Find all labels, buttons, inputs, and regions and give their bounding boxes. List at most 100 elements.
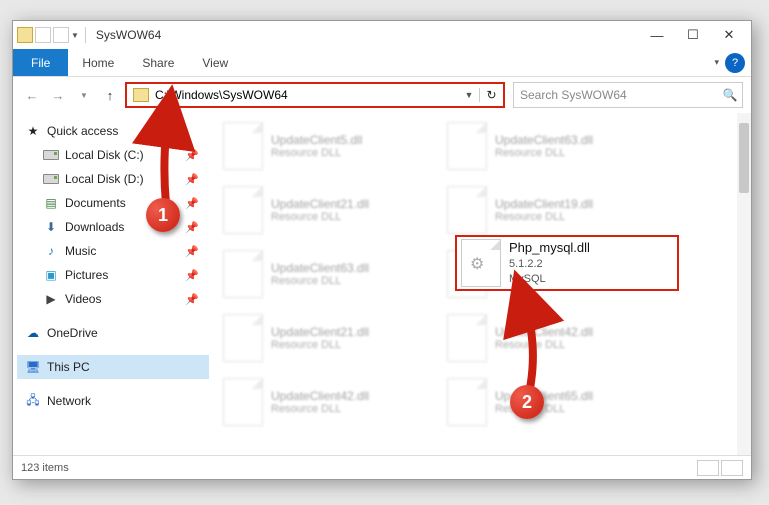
sidebar-label: Videos [65, 292, 101, 306]
file-description: MySQL [509, 272, 590, 287]
file-item[interactable]: UpdateClient21.dllResource DLL [223, 311, 433, 365]
file-version: 5.1.2.2 [509, 257, 590, 272]
file-item-highlighted[interactable]: ⚙ Php_mysql.dll 5.1.2.2 MySQL [455, 235, 679, 291]
file-item[interactable]: UpdateClient42.dllResource DLL [447, 311, 657, 365]
pin-icon: 📌 [185, 221, 199, 234]
pin-icon: 📌 [185, 269, 199, 282]
pictures-icon: ▣ [43, 268, 59, 282]
dll-file-icon [223, 250, 263, 298]
qat-dropdown-icon[interactable]: ▼ [71, 31, 79, 40]
file-item[interactable]: UpdateClient21.dllResource DLL [223, 183, 433, 237]
view-details-button[interactable] [697, 460, 719, 476]
quick-access-toolbar: ▼ [17, 27, 79, 43]
refresh-button[interactable]: ↻ [479, 88, 503, 102]
file-meta: UpdateClient21.dllResource DLL [271, 197, 369, 223]
file-description: Resource DLL [271, 275, 369, 287]
file-meta: UpdateClient19.dllResource DLL [495, 197, 593, 223]
tab-share[interactable]: Share [128, 49, 188, 76]
minimize-button[interactable]: — [639, 24, 675, 46]
explorer-window: ▼ SysWOW64 — ☐ ✕ File Home Share View ▾ … [12, 20, 752, 480]
dll-file-icon [223, 122, 263, 170]
vertical-scrollbar[interactable] [737, 113, 751, 455]
tab-file[interactable]: File [13, 49, 68, 76]
file-meta: Php_mysql.dll 5.1.2.2 MySQL [509, 239, 590, 286]
address-bar[interactable]: C:\Windows\SysWOW64 ▼ ↻ [125, 82, 505, 108]
sidebar-label: Documents [65, 196, 126, 210]
sidebar-item-pictures[interactable]: ▣ Pictures 📌 [17, 263, 209, 287]
history-dropdown-icon[interactable]: ▼ [73, 84, 95, 106]
close-button[interactable]: ✕ [711, 24, 747, 46]
pc-icon: 🖥 [25, 360, 41, 374]
sidebar-label: Downloads [65, 220, 124, 234]
dll-file-icon [223, 314, 263, 362]
file-item[interactable]: UpdateClient42.dllResource DLL [223, 375, 433, 429]
qat-icon[interactable] [35, 27, 51, 43]
file-description: Resource DLL [271, 211, 369, 223]
file-description: Resource DLL [271, 339, 369, 351]
file-name: UpdateClient19.dll [495, 197, 593, 211]
sidebar-item-this-pc[interactable]: 🖥 This PC [17, 355, 209, 379]
search-icon[interactable]: 🔍 [718, 88, 742, 102]
dll-file-icon [223, 378, 263, 426]
sidebar-label: Local Disk (C:) [65, 148, 144, 162]
sidebar-item-downloads[interactable]: ⬇ Downloads 📌 [17, 215, 209, 239]
videos-icon: ▶ [43, 292, 59, 306]
qat-icon[interactable] [53, 27, 69, 43]
drive-icon [43, 174, 59, 184]
content-pane[interactable]: UpdateClient5.dllResource DLL UpdateClien… [213, 113, 751, 455]
body: ★ Quick access Local Disk (C:) 📌 Local D… [13, 113, 751, 455]
scrollbar-thumb[interactable] [739, 123, 749, 193]
star-icon: ★ [25, 124, 41, 138]
music-icon: ♪ [43, 244, 59, 258]
window-title: SysWOW64 [96, 28, 161, 42]
file-meta: UpdateClient21.dllResource DLL [271, 325, 369, 351]
file-description: Resource DLL [271, 403, 369, 415]
sidebar-item-onedrive[interactable]: ☁ OneDrive [17, 321, 209, 345]
titlebar: ▼ SysWOW64 — ☐ ✕ [13, 21, 751, 49]
ribbon-collapse-icon[interactable]: ▾ [714, 57, 719, 68]
file-name: UpdateClient63.dll [271, 261, 369, 275]
search-box[interactable]: Search SysWOW64 🔍 [513, 82, 743, 108]
dll-file-icon: ⚙ [461, 239, 501, 287]
file-meta: UpdateClient5.dllResource DLL [271, 133, 362, 159]
sidebar-label: Pictures [65, 268, 108, 282]
file-description: Resource DLL [495, 147, 593, 159]
back-button[interactable]: ← [21, 84, 43, 106]
file-name: UpdateClient42.dll [271, 389, 369, 403]
item-count: 123 items [21, 462, 69, 474]
file-item[interactable]: UpdateClient63.dllResource DLL [447, 119, 657, 173]
file-item[interactable]: UpdateClient63.dllResource DLL [223, 247, 433, 301]
file-name: UpdateClient21.dll [271, 325, 369, 339]
file-description: Resource DLL [495, 211, 593, 223]
sidebar-label: Network [47, 394, 91, 408]
help-icon[interactable]: ? [725, 53, 745, 73]
tab-view[interactable]: View [188, 49, 242, 76]
view-large-button[interactable] [721, 460, 743, 476]
maximize-button[interactable]: ☐ [675, 24, 711, 46]
file-item[interactable]: UpdateClient19.dllResource DLL [447, 183, 657, 237]
address-dropdown-icon[interactable]: ▼ [459, 90, 479, 100]
file-name: UpdateClient21.dll [271, 197, 369, 211]
dll-file-icon [447, 314, 487, 362]
sidebar-label: OneDrive [47, 326, 98, 340]
up-button[interactable]: ↑ [99, 84, 121, 106]
sidebar-item-network[interactable]: 🖧 Network [17, 389, 209, 413]
file-meta: UpdateClient42.dllResource DLL [271, 389, 369, 415]
file-item[interactable]: UpdateClient5.dllResource DLL [223, 119, 433, 173]
file-description: Resource DLL [271, 147, 362, 159]
file-item[interactable]: UpdateClient65.dllResource DLL [447, 375, 657, 429]
onedrive-icon: ☁ [25, 326, 41, 340]
sidebar-item-videos[interactable]: ▶ Videos 📌 [17, 287, 209, 311]
file-name: UpdateClient63.dll [495, 133, 593, 147]
dll-file-icon [223, 186, 263, 234]
sidebar-label: This PC [47, 360, 90, 374]
address-path[interactable]: C:\Windows\SysWOW64 [155, 88, 459, 102]
tab-home[interactable]: Home [68, 49, 128, 76]
navigation-row: ← → ▼ ↑ C:\Windows\SysWOW64 ▼ ↻ Search S… [13, 77, 751, 113]
sidebar-item-music[interactable]: ♪ Music 📌 [17, 239, 209, 263]
forward-button[interactable]: → [47, 84, 69, 106]
pin-icon: 📌 [185, 293, 199, 306]
network-icon: 🖧 [25, 394, 41, 408]
folder-icon [17, 27, 33, 43]
documents-icon: ▤ [43, 196, 59, 210]
